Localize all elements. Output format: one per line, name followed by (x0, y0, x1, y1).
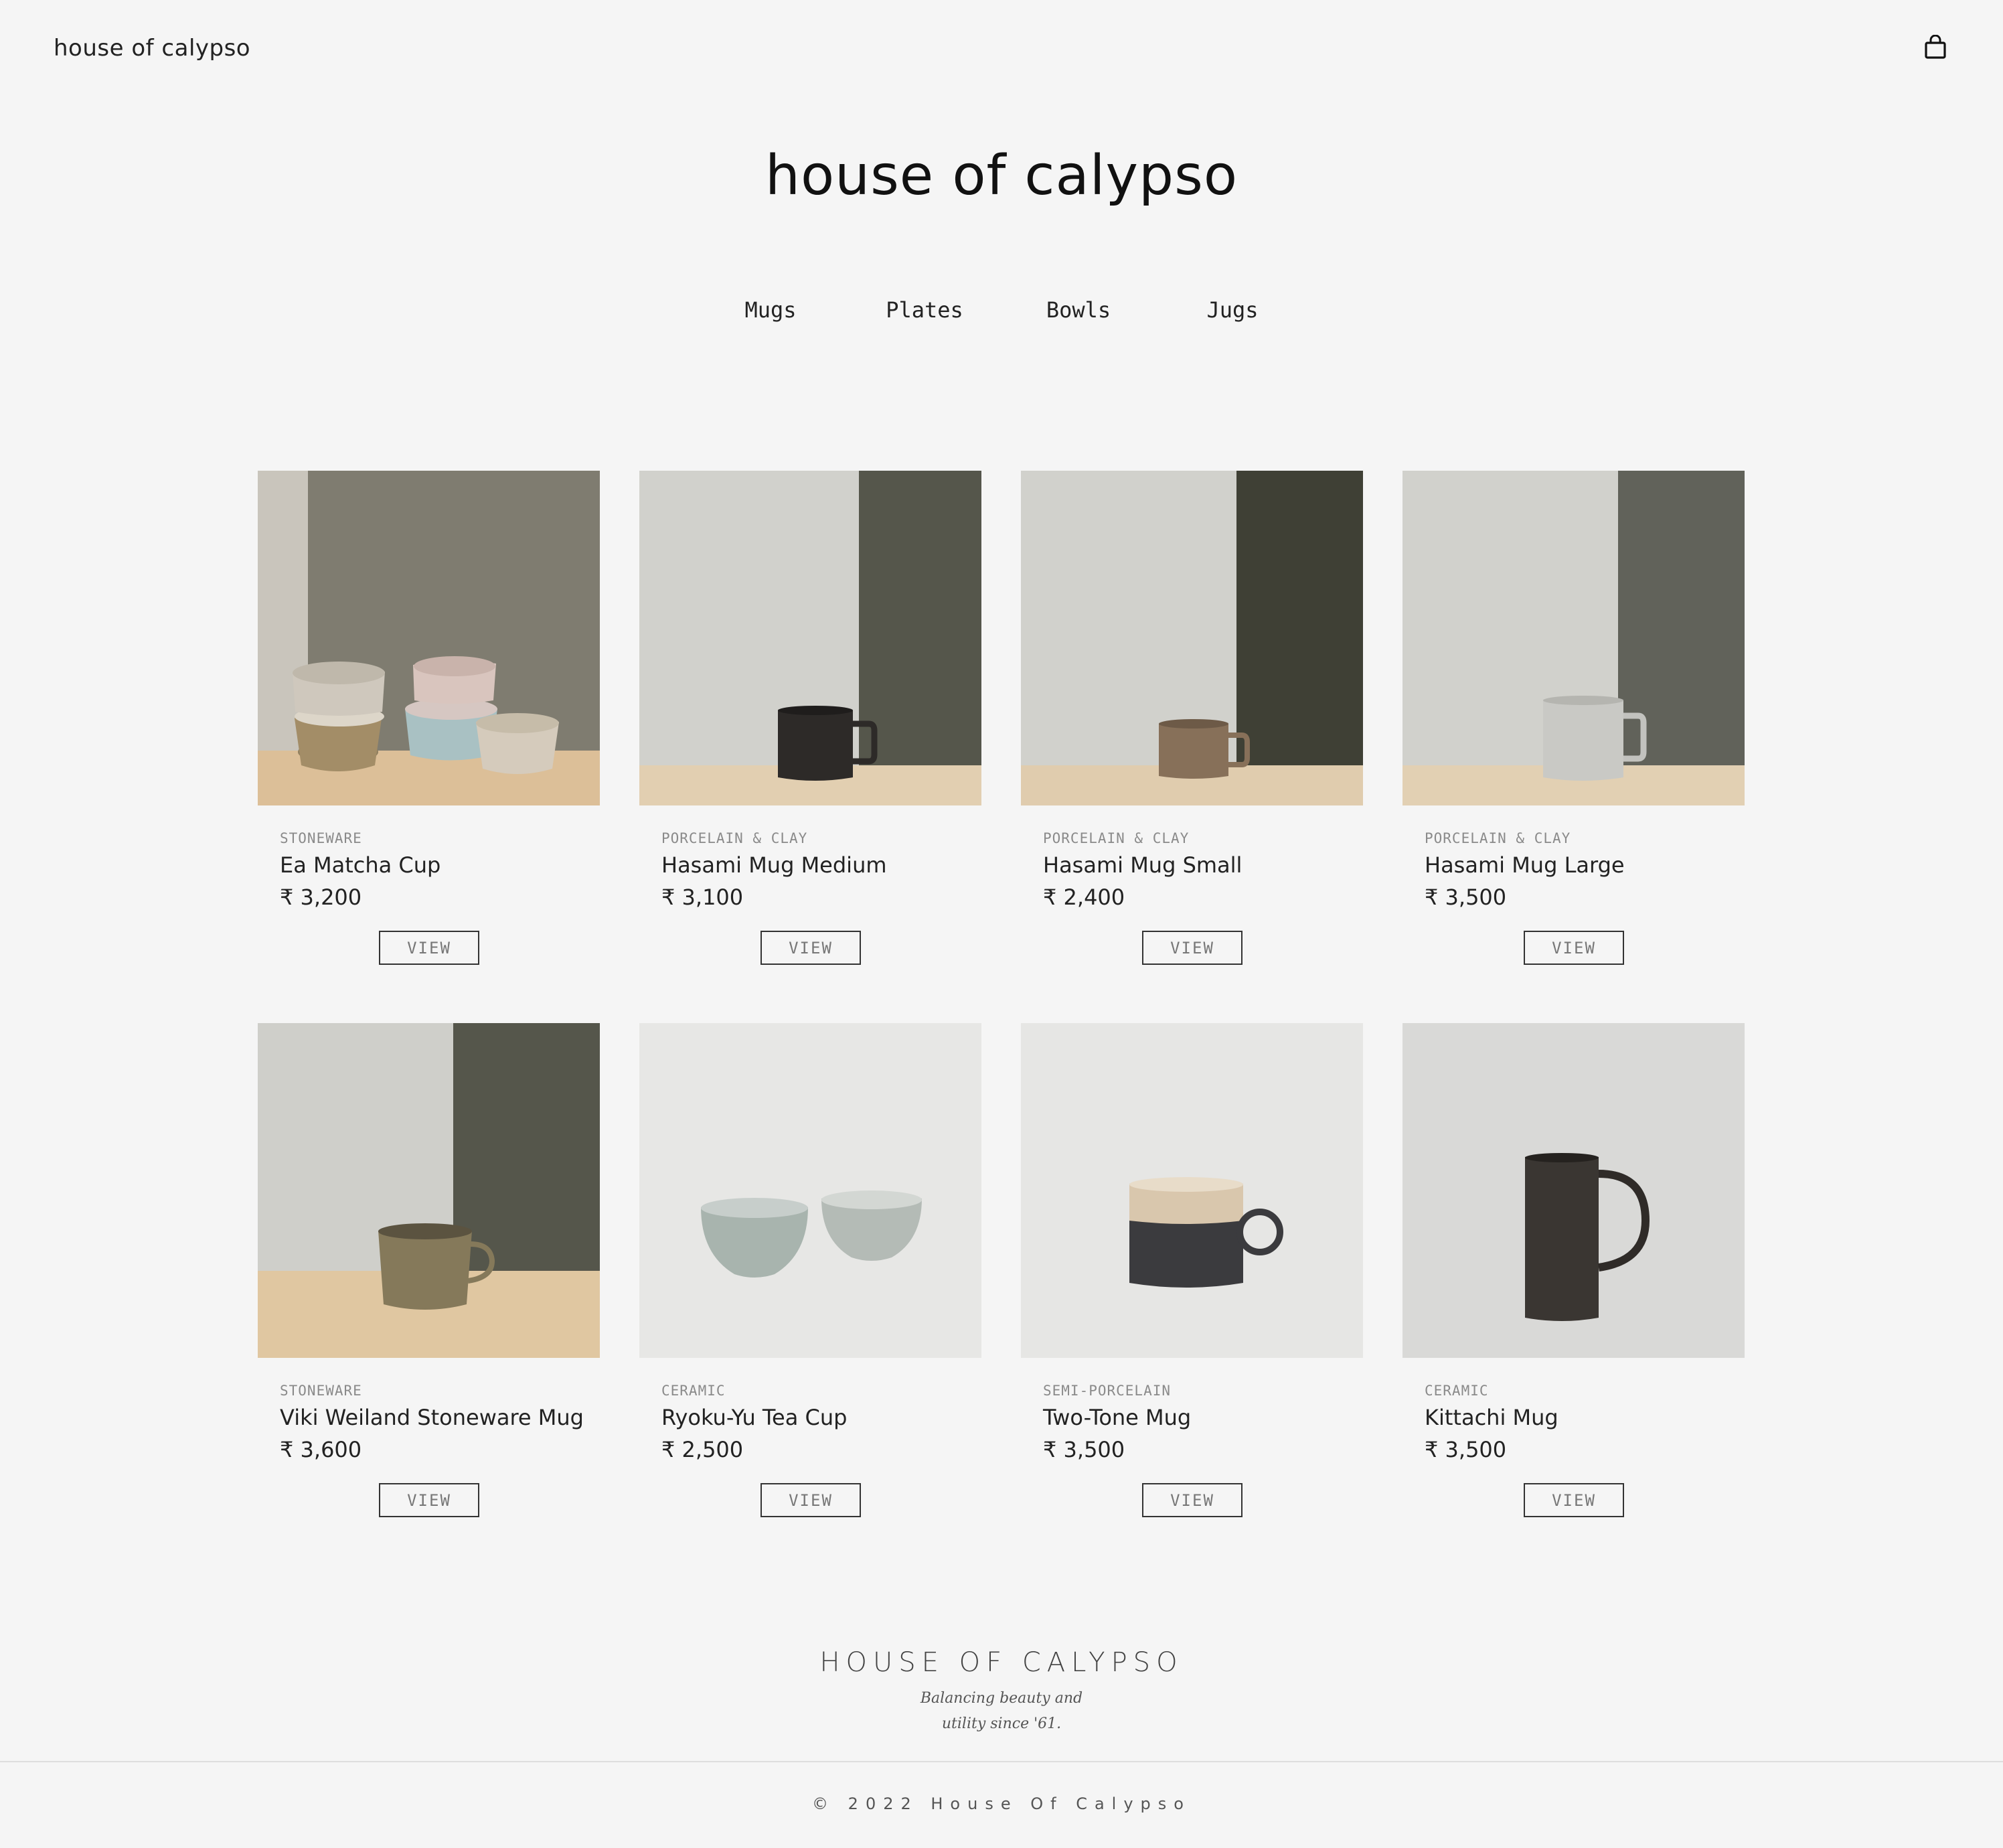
product-price: ₹ 3,500 (1425, 884, 1507, 910)
product-image[interactable] (258, 471, 600, 805)
product-card[interactable]: SEMI-PORCELAIN Two-Tone Mug ₹ 3,500 VIEW (1021, 1023, 1363, 1575)
product-image[interactable] (258, 1023, 600, 1358)
product-name[interactable]: Hasami Mug Medium (661, 852, 887, 878)
tagline-line-1: Balancing beauty and (920, 1690, 1083, 1707)
page-title: house of calypso (765, 144, 1238, 208)
product-grid: STONEWARE Ea Matcha Cup ₹ 3,200 VIEW POR… (258, 471, 1745, 1575)
category-link-plates[interactable]: Plates (848, 297, 1002, 323)
product-name[interactable]: Kittachi Mug (1425, 1405, 1558, 1430)
product-card[interactable]: PORCELAIN & CLAY Hasami Mug Small ₹ 2,40… (1021, 471, 1363, 1023)
product-material: STONEWARE (280, 1383, 362, 1399)
view-button[interactable]: VIEW (379, 1483, 479, 1517)
product-material: CERAMIC (661, 1383, 726, 1399)
footer-tagline: Balancing beauty and utility since '61. (0, 1686, 2003, 1737)
product-image[interactable] (1021, 471, 1363, 805)
product-price: ₹ 3,600 (280, 1437, 362, 1462)
product-material: CERAMIC (1425, 1383, 1489, 1399)
copyright-text: © 2022 House Of Calypso (812, 1794, 1191, 1813)
category-nav: Mugs Plates Bowls Jugs (0, 297, 2003, 323)
view-button[interactable]: VIEW (1142, 1483, 1243, 1517)
product-name[interactable]: Ryoku-Yu Tea Cup (661, 1405, 847, 1430)
product-material: PORCELAIN & CLAY (661, 830, 808, 846)
view-button[interactable]: VIEW (379, 931, 479, 965)
product-card[interactable]: PORCELAIN & CLAY Hasami Mug Medium ₹ 3,1… (639, 471, 981, 1023)
product-material: SEMI-PORCELAIN (1043, 1383, 1172, 1399)
view-button[interactable]: VIEW (760, 931, 861, 965)
product-price: ₹ 3,200 (280, 884, 362, 910)
product-material: PORCELAIN & CLAY (1425, 830, 1571, 846)
product-name[interactable]: Hasami Mug Small (1043, 852, 1242, 878)
product-material: PORCELAIN & CLAY (1043, 830, 1190, 846)
view-button[interactable]: VIEW (1142, 931, 1243, 965)
category-link-mugs[interactable]: Mugs (694, 297, 848, 323)
product-price: ₹ 2,500 (661, 1437, 744, 1462)
footer-brand: HOUSE OF CALYPSO (819, 1647, 1184, 1678)
product-card[interactable]: CERAMIC Ryoku-Yu Tea Cup ₹ 2,500 VIEW (639, 1023, 981, 1575)
view-button[interactable]: VIEW (1524, 931, 1624, 965)
product-card[interactable]: PORCELAIN & CLAY Hasami Mug Large ₹ 3,50… (1403, 471, 1745, 1023)
product-image[interactable] (639, 1023, 981, 1358)
product-name[interactable]: Hasami Mug Large (1425, 852, 1625, 878)
product-price: ₹ 3,100 (661, 884, 744, 910)
view-button[interactable]: VIEW (1524, 1483, 1624, 1517)
product-name[interactable]: Ea Matcha Cup (280, 852, 440, 878)
product-card[interactable]: STONEWARE Ea Matcha Cup ₹ 3,200 VIEW (258, 471, 600, 1023)
product-image[interactable] (639, 471, 981, 805)
tagline-line-2: utility since '61. (941, 1715, 1062, 1732)
product-name[interactable]: Viki Weiland Stoneware Mug (280, 1405, 584, 1430)
category-link-bowls[interactable]: Bowls (1002, 297, 1155, 323)
product-image[interactable] (1021, 1023, 1363, 1358)
product-card[interactable]: CERAMIC Kittachi Mug ₹ 3,500 VIEW (1403, 1023, 1745, 1575)
product-image[interactable] (1403, 1023, 1745, 1358)
shopping-bag-icon[interactable] (1924, 34, 1947, 59)
product-price: ₹ 2,400 (1043, 884, 1125, 910)
product-price: ₹ 3,500 (1425, 1437, 1507, 1462)
product-price: ₹ 3,500 (1043, 1437, 1125, 1462)
footer-divider (0, 1761, 2003, 1762)
product-material: STONEWARE (280, 830, 362, 846)
brand-link[interactable]: house of calypso (54, 35, 250, 62)
view-button[interactable]: VIEW (760, 1483, 861, 1517)
product-card[interactable]: STONEWARE Viki Weiland Stoneware Mug ₹ 3… (258, 1023, 600, 1575)
top-bar: house of calypso (0, 0, 2003, 100)
category-link-jugs[interactable]: Jugs (1155, 297, 1309, 323)
product-name[interactable]: Two-Tone Mug (1043, 1405, 1191, 1430)
product-image[interactable] (1403, 471, 1745, 805)
